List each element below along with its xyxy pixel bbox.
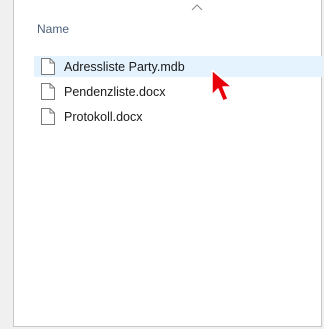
document-icon	[41, 83, 55, 100]
file-row-protokoll[interactable]: Protokoll.docx	[34, 106, 323, 127]
chevron-up-icon	[191, 4, 203, 11]
file-list-pane: Name Adressliste Party.mdb Pendenzliste.…	[13, 0, 323, 327]
file-name: Pendenzliste.docx	[64, 84, 166, 99]
mouse-pointer-icon	[211, 69, 233, 102]
file-name: Adressliste Party.mdb	[64, 59, 185, 74]
document-icon	[41, 58, 55, 75]
column-header-name[interactable]: Name	[14, 0, 321, 44]
file-row-pendenzliste[interactable]: Pendenzliste.docx	[34, 81, 323, 102]
file-name: Protokoll.docx	[64, 109, 143, 124]
column-header-label: Name	[37, 22, 70, 36]
document-icon	[41, 108, 55, 125]
file-row-adressliste[interactable]: Adressliste Party.mdb	[34, 56, 323, 77]
